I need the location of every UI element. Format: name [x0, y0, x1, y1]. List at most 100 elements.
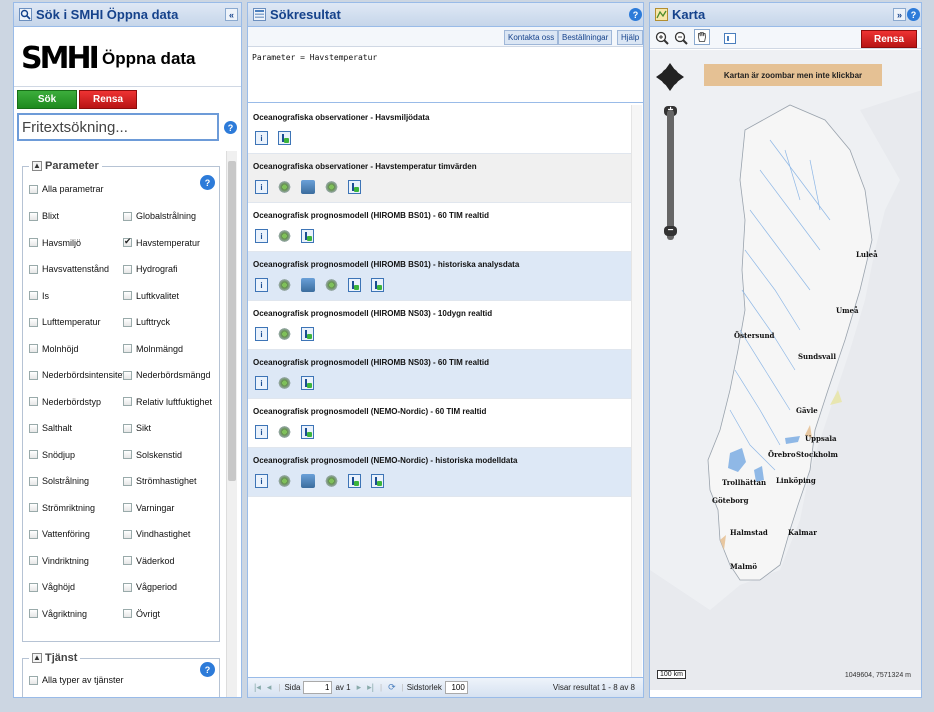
result-title[interactable]: Oceanografisk prognosmodell (HIROMB BS01…	[253, 260, 519, 269]
checkbox-parameter[interactable]: Väderkod	[123, 556, 175, 566]
result-row[interactable]: Oceanografiska observationer - Havsmiljö…	[248, 105, 631, 154]
checkbox-parameter[interactable]: Nederbördsmängd	[123, 370, 211, 380]
zoom-minus-icon[interactable]: −	[664, 226, 677, 236]
checkbox-box[interactable]	[29, 450, 38, 459]
wms-icon[interactable]	[325, 474, 338, 488]
atom-feed-icon[interactable]	[278, 278, 291, 292]
map-clear-button[interactable]: Rensa	[861, 30, 917, 48]
checkbox-box[interactable]	[29, 211, 38, 221]
checkbox-parameter[interactable]: Solskenstid	[123, 450, 182, 460]
download-icon[interactable]	[278, 131, 291, 145]
checkbox-box[interactable]	[29, 582, 38, 592]
checkbox-parameter[interactable]: Vågriktning	[29, 609, 87, 619]
results-scrollbar[interactable]	[631, 105, 642, 677]
checkbox-parameter[interactable]: Molnmängd	[123, 344, 183, 354]
checkbox-parameter[interactable]: Is	[29, 291, 49, 301]
checkbox-parameter[interactable]: Havsmiljö	[29, 238, 81, 248]
checkbox-box[interactable]	[29, 184, 38, 194]
checkbox-box[interactable]	[29, 476, 38, 486]
checkbox-parameter[interactable]: Relativ luftfuktighet	[123, 397, 212, 407]
checkbox-box[interactable]	[29, 556, 38, 565]
info-icon[interactable]: i	[255, 131, 268, 145]
result-title[interactable]: Oceanografisk prognosmodell (HIROMB NS03…	[253, 358, 489, 367]
checkbox-parameter[interactable]: Snödjup	[29, 450, 75, 460]
collapse-icon[interactable]: «	[225, 8, 238, 21]
layers-icon[interactable]	[301, 180, 315, 194]
wms-icon[interactable]	[325, 180, 338, 194]
checkbox-parameter[interactable]: Vågperiod	[123, 582, 177, 592]
checkbox-parameter[interactable]: Strömhastighet	[123, 476, 197, 486]
download-icon[interactable]	[371, 474, 384, 488]
result-row[interactable]: Oceanografisk prognosmodell (HIROMB NS03…	[248, 301, 631, 350]
checkbox-all-parameters[interactable]: Alla parametrar	[29, 184, 104, 194]
result-title[interactable]: Oceanografisk prognosmodell (HIROMB BS01…	[253, 211, 489, 220]
results-help-icon[interactable]: ?	[629, 8, 642, 21]
checkbox-box[interactable]	[29, 317, 38, 327]
checkbox-box[interactable]	[29, 264, 38, 274]
info-icon[interactable]: i	[255, 278, 268, 292]
checkbox-box[interactable]	[123, 317, 132, 327]
checkbox-parameter[interactable]: Nederbördsintensitet	[29, 370, 125, 380]
page-size-input[interactable]	[444, 681, 468, 694]
checkbox-parameter[interactable]: Övrigt	[123, 609, 160, 619]
checkbox-box[interactable]	[29, 370, 38, 380]
checkbox-parameter[interactable]: Havstemperatur	[123, 236, 200, 248]
checkbox-parameter[interactable]: Molnhöjd	[29, 344, 79, 354]
info-icon[interactable]: i	[255, 327, 268, 341]
checkbox-box[interactable]	[123, 609, 132, 618]
download-icon[interactable]	[348, 474, 361, 488]
download-icon[interactable]	[301, 376, 314, 390]
gear-icon[interactable]	[278, 327, 291, 341]
prev-page-icon[interactable]: ◂	[267, 682, 272, 693]
checkbox-parameter[interactable]: Lufttryck	[123, 317, 170, 327]
contact-link[interactable]: Kontakta oss	[504, 30, 559, 45]
checkbox-box[interactable]	[29, 503, 38, 512]
atom-feed-icon[interactable]	[278, 180, 291, 194]
expand-icon[interactable]: »	[893, 8, 906, 21]
info-icon[interactable]: i	[255, 376, 268, 390]
checkbox-box[interactable]	[29, 344, 38, 353]
clear-button[interactable]: Rensa	[79, 90, 137, 109]
result-row[interactable]: Oceanografisk prognosmodell (HIROMB NS03…	[248, 350, 631, 399]
checkbox-box[interactable]	[29, 609, 38, 618]
gear-icon[interactable]	[278, 229, 291, 243]
result-row[interactable]: Oceanografiska observationer - Havstempe…	[248, 154, 631, 203]
checkbox-parameter[interactable]: Sikt	[123, 423, 151, 433]
search-help-icon[interactable]: ?	[224, 121, 237, 134]
checkbox-box[interactable]	[123, 423, 132, 433]
download-icon[interactable]	[371, 278, 384, 292]
result-title[interactable]: Oceanografiska observationer - Havstempe…	[253, 162, 477, 171]
checkbox-box[interactable]	[123, 344, 132, 353]
checkbox-parameter[interactable]: Havsvattenstånd	[29, 264, 109, 274]
checkbox-box[interactable]	[29, 675, 38, 685]
checkbox-parameter[interactable]: Strömriktning	[29, 503, 95, 513]
zoom-in-icon[interactable]	[655, 31, 669, 45]
checkbox-box[interactable]	[29, 529, 38, 539]
service-help-icon[interactable]: ?	[200, 662, 215, 677]
result-title[interactable]: Oceanografisk prognosmodell (HIROMB NS03…	[253, 309, 492, 318]
checkbox-all-services[interactable]: Alla typer av tjänster	[29, 675, 124, 685]
checkbox-box[interactable]	[123, 450, 132, 459]
checkbox-parameter[interactable]: Nederbördstyp	[29, 397, 101, 407]
checkbox-parameter[interactable]: Solstrålning	[29, 476, 89, 486]
zoom-slider[interactable]	[667, 110, 674, 240]
download-icon[interactable]	[301, 425, 314, 439]
atom-feed-icon[interactable]	[278, 474, 291, 488]
layers-icon[interactable]	[301, 474, 315, 488]
checkbox-parameter[interactable]: Lufttemperatur	[29, 317, 101, 327]
checkbox-box[interactable]	[29, 397, 38, 406]
checkbox-parameter[interactable]: Vindriktning	[29, 556, 89, 566]
refresh-icon[interactable]: ⟳	[388, 682, 396, 693]
checkbox-box[interactable]	[123, 291, 132, 300]
checkbox-parameter[interactable]: Hydrografi	[123, 264, 178, 274]
zoom-out-icon[interactable]	[674, 31, 688, 45]
scrollbar-thumb[interactable]	[228, 161, 236, 481]
search-button[interactable]: Sök	[17, 90, 77, 109]
page-input[interactable]	[303, 681, 333, 694]
result-title[interactable]: Oceanografisk prognosmodell (NEMO-Nordic…	[253, 456, 517, 465]
checkbox-box[interactable]	[29, 238, 38, 247]
checkbox-box[interactable]	[123, 503, 132, 512]
first-page-icon[interactable]: |◂	[254, 682, 261, 693]
checkbox-box[interactable]	[123, 397, 132, 406]
checkbox-parameter[interactable]: Salthalt	[29, 423, 72, 433]
